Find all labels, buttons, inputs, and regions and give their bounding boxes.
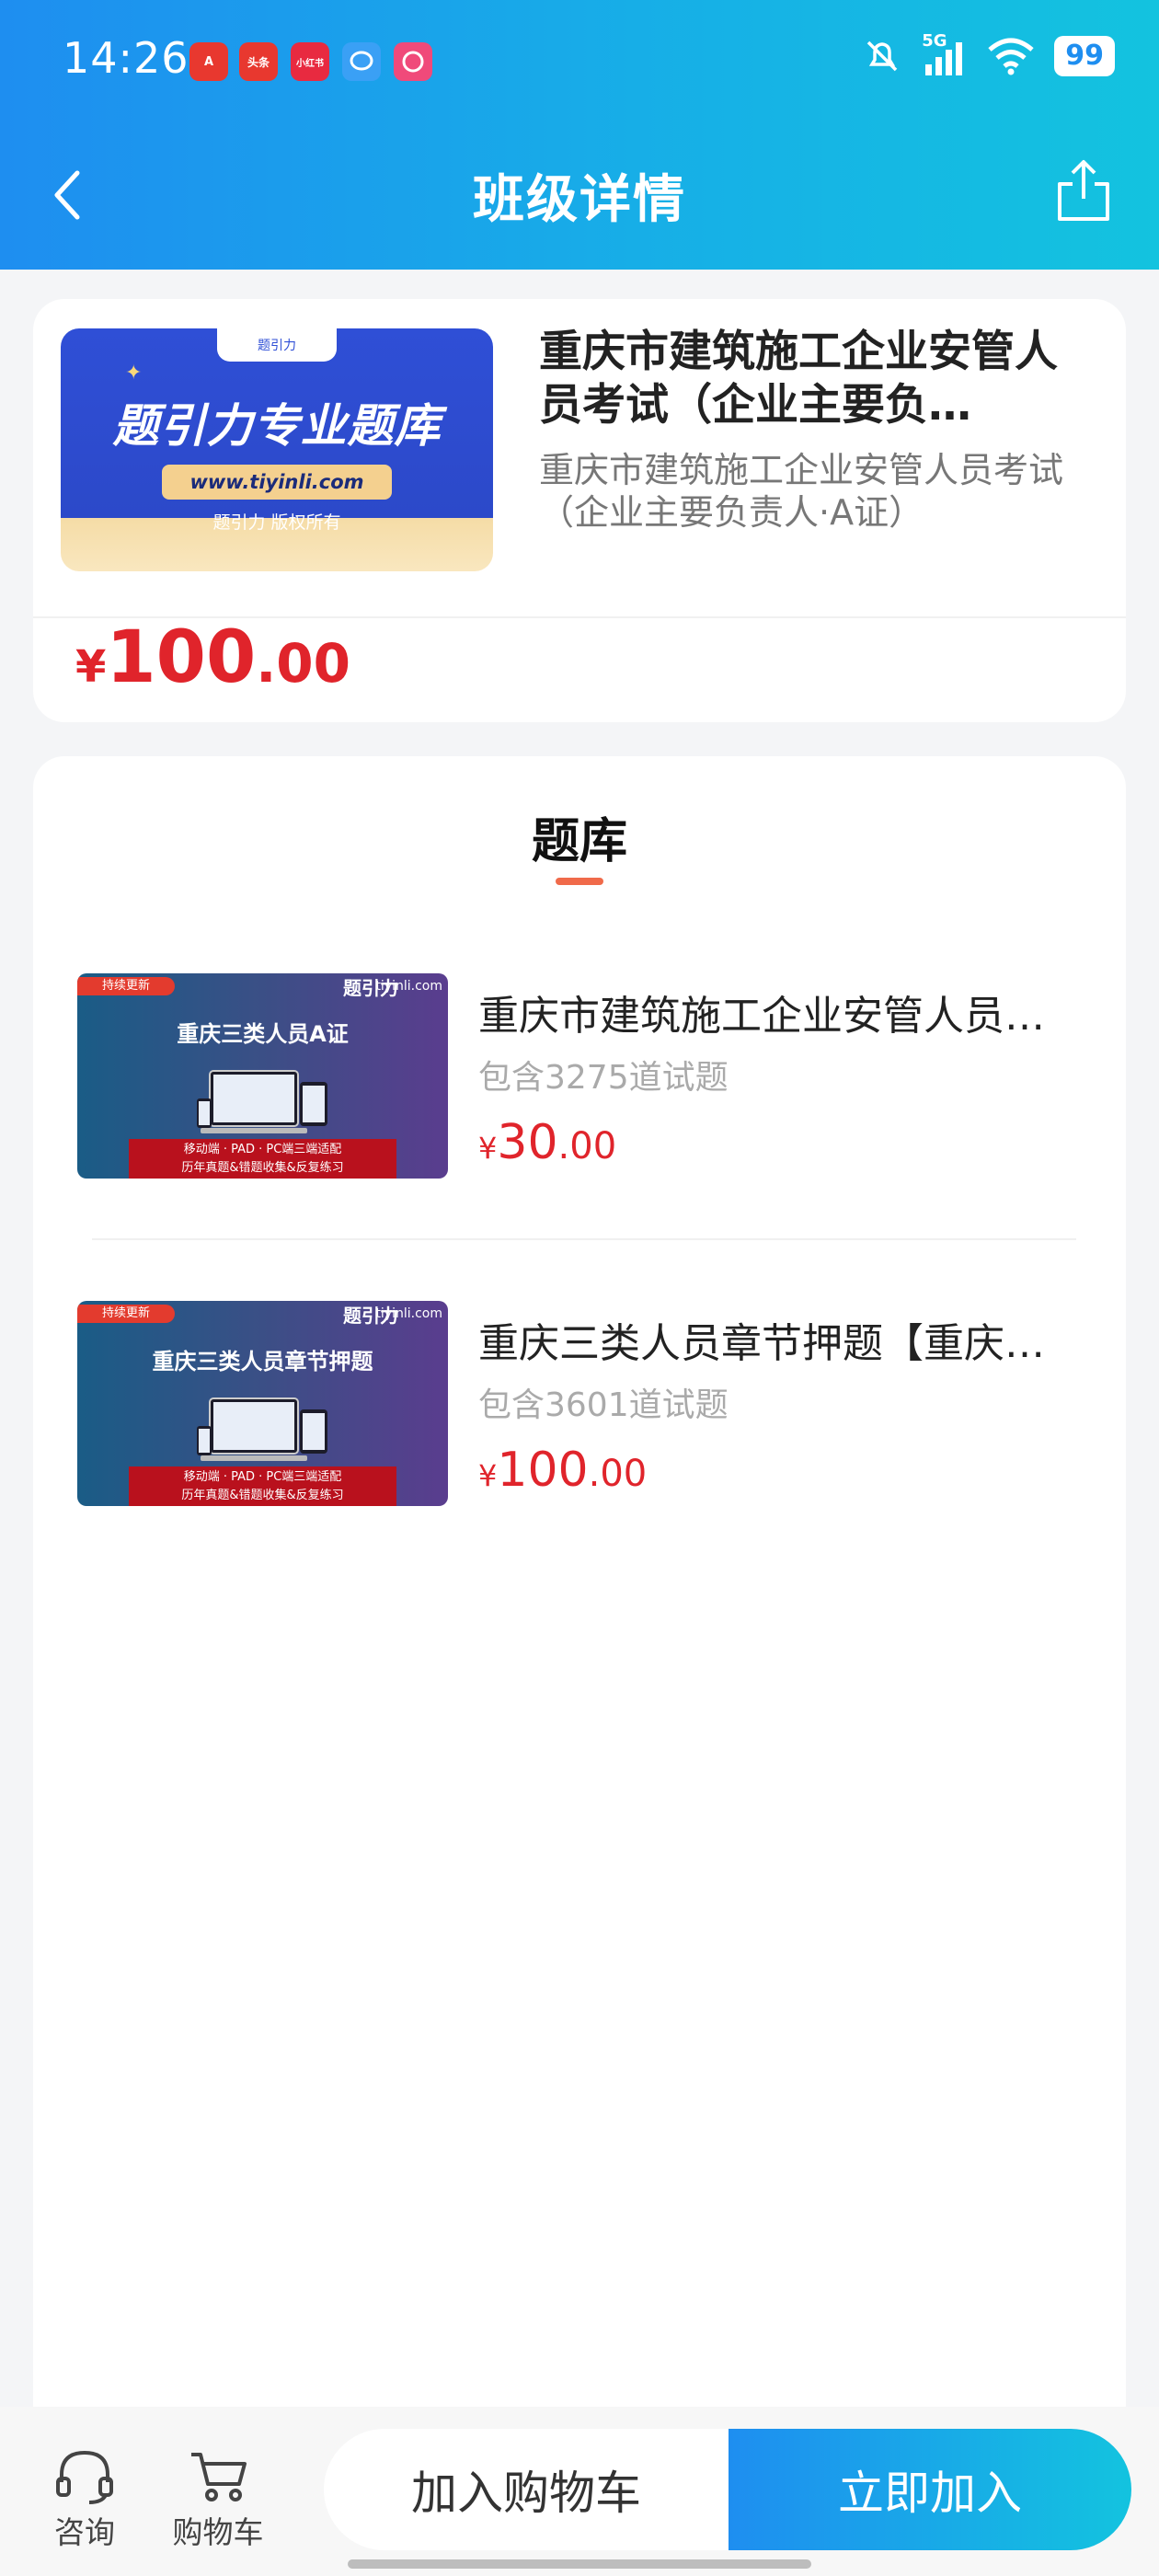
item-price: ¥100.00	[478, 1443, 647, 1498]
cart-icon	[191, 2453, 247, 2501]
network-type: 5G	[922, 31, 947, 51]
banner-heading: 题引力专业题库	[112, 399, 442, 453]
home-indicator[interactable]	[348, 2559, 811, 2569]
course-title: 重庆市建筑施工企业安管人员考试（企业主要负…	[539, 327, 1058, 431]
headset-icon	[56, 2450, 113, 2504]
item-title: 重庆市建筑施工企业安管人员考试（企业主要负责人·A证）	[478, 993, 1067, 1040]
price-decimal: .00	[256, 632, 350, 695]
price-decimal: .00	[588, 1453, 648, 1495]
bell-muted-icon	[867, 40, 898, 72]
consult-button[interactable]: 咨询	[48, 2447, 121, 2550]
add-to-cart-button[interactable]: 加入购物车	[324, 2429, 729, 2550]
devices-icon	[197, 1397, 327, 1461]
messenger-icon	[394, 42, 432, 81]
currency-symbol: ¥	[75, 641, 107, 693]
sparkle-icon: ✦	[125, 362, 143, 385]
a-app-label: A	[203, 54, 214, 69]
course-banner: 题引力 ✦ 题引力专业题库 www.tiyinli.com 题引力 版权所有	[61, 328, 493, 571]
item-title: 重庆三类人员章节押题【重庆三类人员A证】	[478, 1320, 1067, 1367]
course-subtitle: 重庆市建筑施工企业安管人员考试（企业主要负责人·A证）	[539, 450, 1064, 533]
toutiao-icon: 头条	[239, 42, 278, 81]
thumb-foot-line1: 移动端 · PAD · PC端三端适配	[183, 1470, 342, 1484]
item-thumbnail: 持续更新 题引力 tiyinli.com 重庆三类人员章节押题 移动端 · PA…	[77, 1301, 448, 1506]
thumb-tag: 持续更新	[77, 977, 175, 995]
item-price: ¥30.00	[478, 1115, 616, 1170]
thumb-tag: 持续更新	[77, 1305, 175, 1323]
devices-icon	[197, 1070, 327, 1133]
share-button[interactable]	[1056, 156, 1111, 224]
tab-question-bank[interactable]: 题库	[0, 802, 1159, 871]
xiaohongshu-label: 小红书	[296, 58, 324, 69]
thumb-url: tiyinli.com	[375, 1306, 442, 1321]
tab-indicator	[556, 878, 603, 885]
banner-tab: 题引力	[217, 328, 337, 362]
status-time: 14:26	[63, 33, 189, 83]
thumb-title: 重庆三类人员章节押题	[152, 1349, 373, 1374]
item-thumbnail: 持续更新 题引力 tiyinli.com 重庆三类人员A证 移动端 · PAD …	[77, 973, 448, 1179]
signal-icon: 5G	[922, 31, 968, 77]
xiaohongshu-icon: 小红书	[291, 42, 329, 81]
thumb-foot-line2: 历年真题&错题收集&反复练习	[181, 1161, 344, 1175]
item-question-count: 包含3275道试题	[478, 1059, 729, 1097]
currency-symbol: ¥	[478, 1131, 498, 1166]
thumb-foot-line1: 移动端 · PAD · PC端三端适配	[183, 1143, 342, 1156]
thumb-foot-line2: 历年真题&错题收集&反复练习	[181, 1489, 344, 1502]
price-integer: 100	[497, 1443, 589, 1498]
toutiao-label: 头条	[247, 55, 270, 69]
a-app-icon: A	[189, 42, 228, 81]
share-icon	[1058, 160, 1109, 221]
item-question-count: 包含3601道试题	[478, 1386, 729, 1424]
thumb-url: tiyinli.com	[375, 979, 442, 994]
cart-nav-button[interactable]: 购物车	[167, 2447, 269, 2550]
price-integer: 100	[106, 616, 257, 699]
price-integer: 30	[497, 1115, 558, 1170]
currency-symbol: ¥	[478, 1458, 498, 1493]
consult-label: 咨询	[54, 2514, 115, 2550]
chat-bubble-icon	[342, 42, 381, 81]
join-now-button[interactable]: 立即加入	[729, 2429, 1131, 2550]
thumb-footer: 移动端 · PAD · PC端三端适配 历年真题&错题收集&反复练习	[129, 1466, 396, 1506]
course-price: ¥100.00	[75, 616, 350, 699]
divider	[92, 1238, 1076, 1240]
banner-copyright: 题引力 版权所有	[212, 512, 341, 533]
banner-url: www.tiyinli.com	[162, 465, 392, 500]
price-decimal: .00	[557, 1125, 617, 1167]
thumb-footer: 移动端 · PAD · PC端三端适配 历年真题&错题收集&反复练习	[129, 1139, 396, 1179]
battery-indicator: 99	[1054, 36, 1115, 76]
wifi-icon	[988, 38, 1034, 75]
status-indicators: 5G 99	[861, 31, 1115, 77]
cart-label: 购物车	[172, 2514, 264, 2550]
page-title: 班级详情	[473, 170, 686, 230]
thumb-title: 重庆三类人员A证	[177, 1021, 349, 1047]
